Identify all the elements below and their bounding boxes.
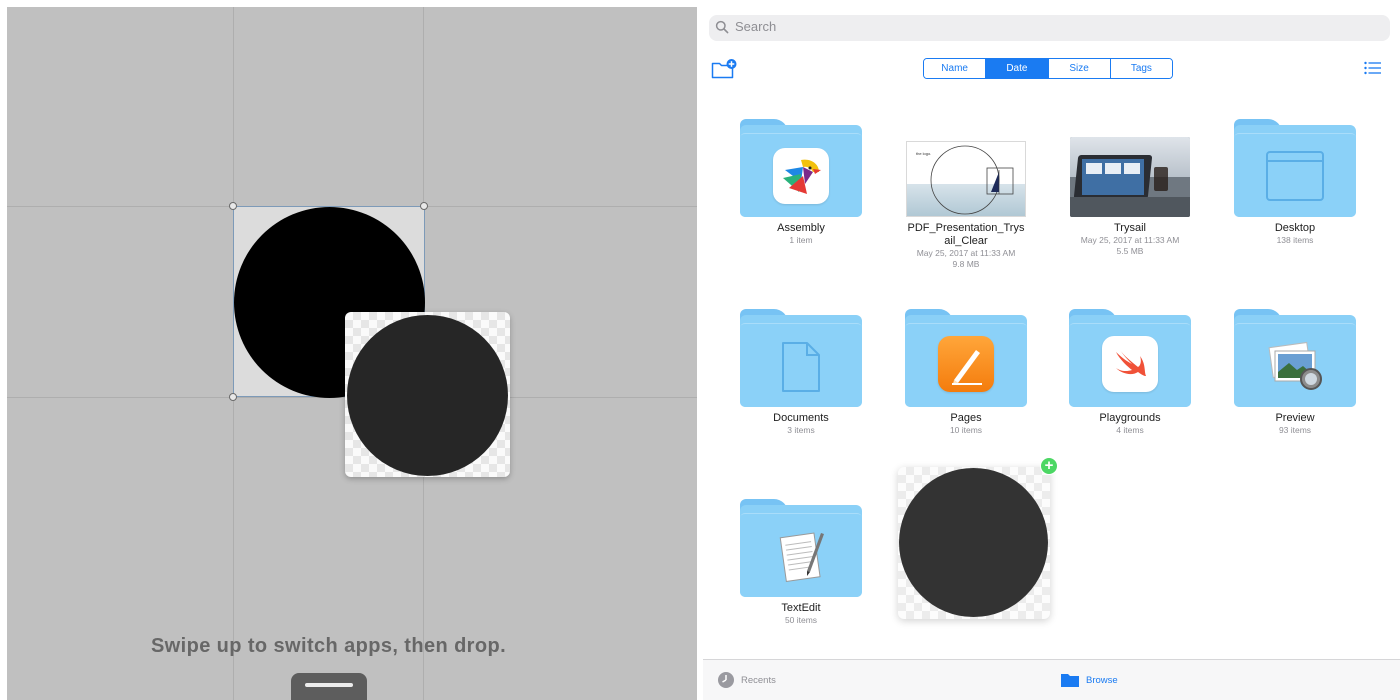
dock-handle-grabber (305, 683, 353, 687)
item-meta: 138 items (1276, 235, 1314, 245)
folder-item-desktop[interactable]: Desktop 138 items (1220, 119, 1370, 246)
dock-handle[interactable] (291, 673, 367, 700)
tab-browse-label: Browse (1086, 674, 1118, 686)
document-thumbnail: the logo. (905, 119, 1027, 217)
resize-handle-bottom-left[interactable] (229, 393, 237, 401)
folder-item-assembly[interactable]: Assembly 1 item (726, 119, 876, 246)
preview-app-icon (1268, 341, 1322, 390)
desktop-window-icon (1266, 151, 1324, 201)
item-title: TextEdit (781, 602, 821, 614)
dragged-circle-shape (347, 315, 508, 476)
drag-hint-text: Swipe up to switch apps, then drop. (150, 635, 507, 657)
dropped-circle-shape (899, 468, 1048, 617)
item-meta: 50 items (784, 615, 818, 625)
folder-item-pages[interactable]: Pages 10 items (891, 309, 1041, 436)
textedit-app-icon (779, 532, 824, 582)
item-title: Preview (1275, 412, 1315, 424)
files-app: Search Name Date Size Tags Assembly 1 it… (703, 0, 1400, 700)
list-view-icon[interactable] (1364, 61, 1382, 75)
item-title: Pages (950, 412, 982, 424)
folder-icon (1234, 119, 1356, 217)
item-meta: 4 items (1116, 425, 1144, 435)
item-meta-date: May 25, 2017 at 11:33 AM (1080, 235, 1180, 245)
item-meta: 1 item (789, 235, 813, 245)
sort-by-size[interactable]: Size (1048, 59, 1111, 78)
item-title: Trysail (1114, 222, 1146, 234)
folder-icon (1069, 309, 1191, 407)
folder-tab-icon (1061, 674, 1079, 687)
file-item-trysail[interactable]: Trysail May 25, 2017 at 11:33 AM 5.5 MB (1055, 119, 1205, 257)
search-field[interactable]: Search (709, 15, 1390, 41)
folder-icon (740, 119, 862, 217)
file-item-pdf-presentation[interactable]: the logo. PDF_Presentation_Trysail_Clear… (891, 119, 1041, 270)
item-meta-size: 9.8 MB (952, 259, 980, 269)
folder-icon (1234, 309, 1356, 407)
resize-handle-top-right[interactable] (420, 202, 428, 210)
tab-browse[interactable]: Browse (1060, 670, 1118, 690)
drawing-canvas[interactable]: Swipe up to switch apps, then drop. (7, 7, 697, 700)
item-meta-date: May 25, 2017 at 11:33 AM (916, 248, 1016, 258)
item-title: Playgrounds (1099, 412, 1161, 424)
add-copy-badge-icon: + (1040, 457, 1058, 475)
document-page-icon (782, 342, 820, 392)
dragged-image-preview[interactable] (345, 312, 510, 477)
item-title: Desktop (1274, 222, 1316, 234)
search-icon (715, 20, 729, 34)
folder-item-preview[interactable]: Preview 93 items (1220, 309, 1370, 436)
item-title: Assembly (777, 222, 825, 234)
folder-icon (740, 309, 862, 407)
tab-recents[interactable]: Recents (717, 670, 776, 690)
sort-segmented-control[interactable]: Name Date Size Tags (923, 58, 1173, 79)
folder-item-playgrounds[interactable]: Playgrounds 4 items (1055, 309, 1205, 436)
folder-item-textedit[interactable]: TextEdit 50 items (726, 499, 876, 626)
photo-thumbnail (1069, 119, 1191, 217)
assembly-bird-icon (773, 148, 829, 204)
item-meta: 3 items (787, 425, 815, 435)
item-title: Documents (773, 412, 829, 424)
new-folder-icon[interactable] (711, 58, 737, 80)
item-meta: 10 items (949, 425, 983, 435)
resize-handle-top-left[interactable] (229, 202, 237, 210)
swift-playgrounds-icon (1102, 336, 1158, 392)
item-meta: 93 items (1278, 425, 1312, 435)
folder-item-documents[interactable]: Documents 3 items (726, 309, 876, 436)
sort-by-tags[interactable]: Tags (1110, 59, 1172, 78)
tab-recents-label: Recents (741, 674, 776, 686)
drop-target-preview[interactable] (898, 467, 1050, 619)
tab-bar: Recents Browse (703, 659, 1400, 700)
split-view-screen: Swipe up to switch apps, then drop. Sear… (0, 0, 1400, 700)
sort-by-name[interactable]: Name (924, 59, 987, 78)
folder-icon (740, 499, 862, 597)
search-placeholder: Search (735, 19, 777, 34)
clock-icon (718, 672, 734, 688)
folder-icon (905, 309, 1027, 407)
pages-app-icon (938, 336, 994, 392)
item-title: PDF_Presentation_Trysail_Clear (907, 222, 1025, 247)
sort-by-date[interactable]: Date (986, 59, 1049, 78)
item-meta-size: 5.5 MB (1116, 246, 1144, 256)
